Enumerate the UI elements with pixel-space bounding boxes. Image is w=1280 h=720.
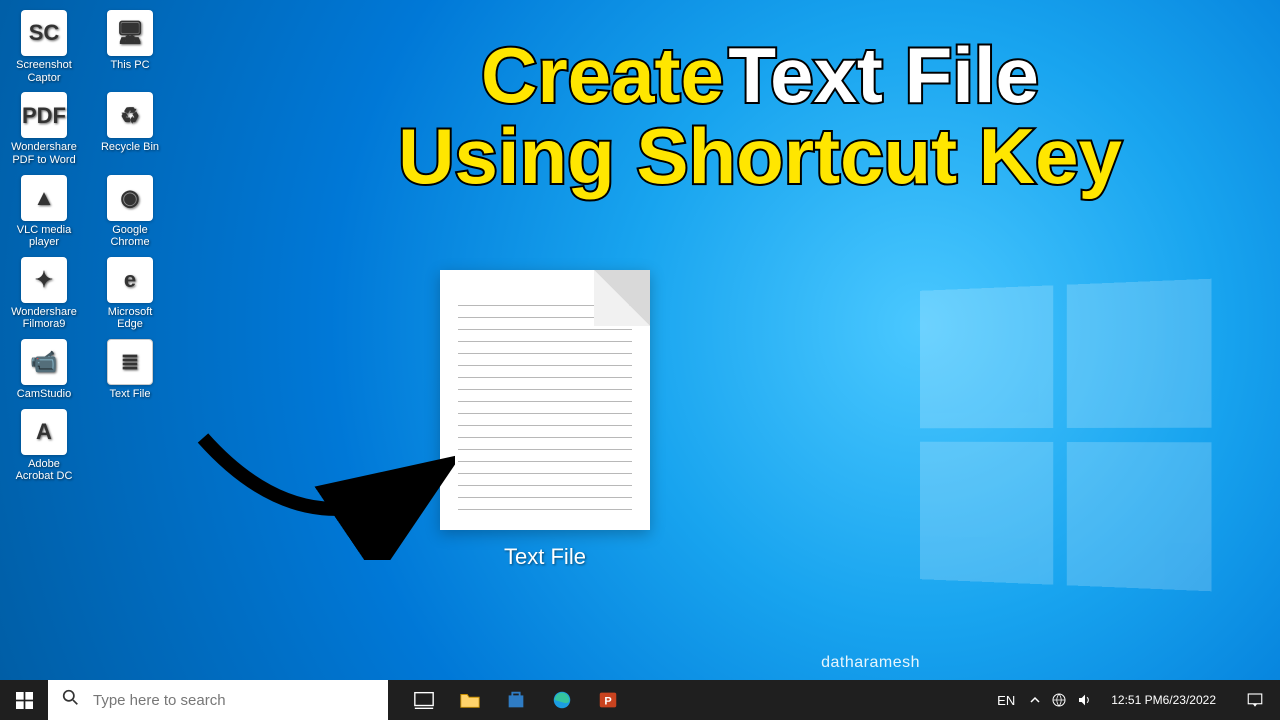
desktop-icon-text-file[interactable]: ≣ Text File: [92, 337, 168, 403]
desktop-icon-wondershare-pdf-to-word[interactable]: PDF Wondershare PDF to Word: [6, 90, 82, 168]
edge-icon: [551, 689, 573, 711]
svg-text:P: P: [604, 696, 611, 708]
camstudio-icon: 📹: [21, 339, 67, 385]
vlc-icon: ▲: [21, 175, 67, 221]
clock[interactable]: 12:51 PM 6/23/2022: [1103, 680, 1224, 720]
desktop-icon-this-pc[interactable]: 🖥 This PC: [92, 8, 168, 86]
network-icon[interactable]: [1051, 680, 1067, 720]
store-icon: [505, 689, 527, 711]
headline-word: Create: [481, 31, 724, 119]
icon-label: This PC: [94, 59, 166, 72]
system-tray: EN 12:51 PM 6/23/2022: [993, 680, 1280, 720]
wondershare-pdf-to-word-icon: PDF: [21, 92, 67, 138]
desktop-icon-recycle-bin[interactable]: ♻ Recycle Bin: [92, 90, 168, 168]
icon-label: CamStudio: [8, 388, 80, 401]
taskbar: Type here to search P EN 12:51 PM: [0, 680, 1280, 720]
powerpoint-button[interactable]: P: [586, 680, 630, 720]
icon-label: VLC media player: [8, 224, 80, 249]
icon-row: PDF Wondershare PDF to Word ♻ Recycle Bin: [6, 90, 168, 168]
desktop-icons: SC Screenshot Captor 🖥 This PC PDF Wondersha…: [6, 8, 168, 485]
icon-row: A Adobe Acrobat DC: [6, 407, 168, 485]
icon-label: Screenshot Captor: [8, 59, 80, 84]
task-view-button[interactable]: [402, 680, 446, 720]
icon-label: Recycle Bin: [94, 141, 166, 154]
this-pc-icon: 🖥: [107, 10, 153, 56]
icon-label: Adobe Acrobat DC: [8, 458, 80, 483]
watermark: datharamesh: [821, 654, 920, 672]
action-center-button[interactable]: [1234, 680, 1276, 720]
text-file-icon: ≣: [107, 339, 153, 385]
headline-word: Using Shortcut Key: [398, 112, 1122, 200]
desktop-icon-vlc[interactable]: ▲ VLC media player: [6, 173, 82, 251]
tray-chevron-up-icon[interactable]: [1029, 680, 1041, 720]
powerpoint-icon: P: [597, 689, 619, 711]
icon-row: SC Screenshot Captor 🖥 This PC: [6, 8, 168, 86]
desktop-icon-edge[interactable]: e Microsoft Edge: [92, 255, 168, 333]
notification-icon: [1246, 691, 1264, 709]
edge-button[interactable]: [540, 680, 584, 720]
headline-word: Text File: [728, 31, 1039, 119]
document-icon: [440, 270, 650, 530]
volume-icon[interactable]: [1077, 680, 1093, 720]
desktop[interactable]: SC Screenshot Captor 🖥 This PC PDF Wondersha…: [0, 0, 1280, 680]
icon-row: 📹 CamStudio ≣ Text File: [6, 337, 168, 403]
edge-icon: e: [107, 257, 153, 303]
language-indicator[interactable]: EN: [993, 680, 1019, 720]
microsoft-store-button[interactable]: [494, 680, 538, 720]
big-text-file-graphic: Text File: [440, 270, 650, 570]
desktop-icon-chrome[interactable]: ◉ Google Chrome: [92, 173, 168, 251]
desktop-icon-acrobat[interactable]: A Adobe Acrobat DC: [6, 407, 82, 485]
folder-icon: [459, 689, 481, 711]
icon-label: Text File: [94, 388, 166, 401]
icon-row: ▲ VLC media player ◉ Google Chrome: [6, 173, 168, 251]
filmora9-icon: ✦: [21, 257, 67, 303]
arrow-icon: [195, 430, 455, 560]
desktop-icon-filmora9[interactable]: ✦ Wondershare Filmora9: [6, 255, 82, 333]
search-placeholder: Type here to search: [93, 692, 226, 709]
screenshot-captor-icon: SC: [21, 10, 67, 56]
taskbar-pinned: P: [402, 680, 630, 720]
desktop-icon-screenshot-captor[interactable]: SC Screenshot Captor: [6, 8, 82, 86]
windows-icon: [16, 692, 33, 709]
recycle-bin-icon: ♻: [107, 92, 153, 138]
desktop-icon-camstudio[interactable]: 📹 CamStudio: [6, 337, 82, 403]
headline-overlay: Create Text File Using Shortcut Key: [330, 30, 1190, 202]
time-text: 12:51 PM: [1111, 693, 1162, 707]
task-view-icon: [413, 689, 435, 711]
start-button[interactable]: [0, 680, 48, 720]
icon-label: Google Chrome: [94, 224, 166, 249]
icon-row: ✦ Wondershare Filmora9 e Microsoft Edge: [6, 255, 168, 333]
icon-label: Wondershare Filmora9: [8, 306, 80, 331]
windows-logo-bg: [920, 279, 1212, 592]
big-file-caption: Text File: [440, 544, 650, 570]
icon-label: Microsoft Edge: [94, 306, 166, 331]
search-input[interactable]: Type here to search: [48, 680, 388, 720]
date-text: 6/23/2022: [1163, 693, 1216, 707]
search-icon: [62, 689, 79, 711]
acrobat-icon: A: [21, 409, 67, 455]
icon-label: Wondershare PDF to Word: [8, 141, 80, 166]
file-explorer-button[interactable]: [448, 680, 492, 720]
chrome-icon: ◉: [107, 175, 153, 221]
